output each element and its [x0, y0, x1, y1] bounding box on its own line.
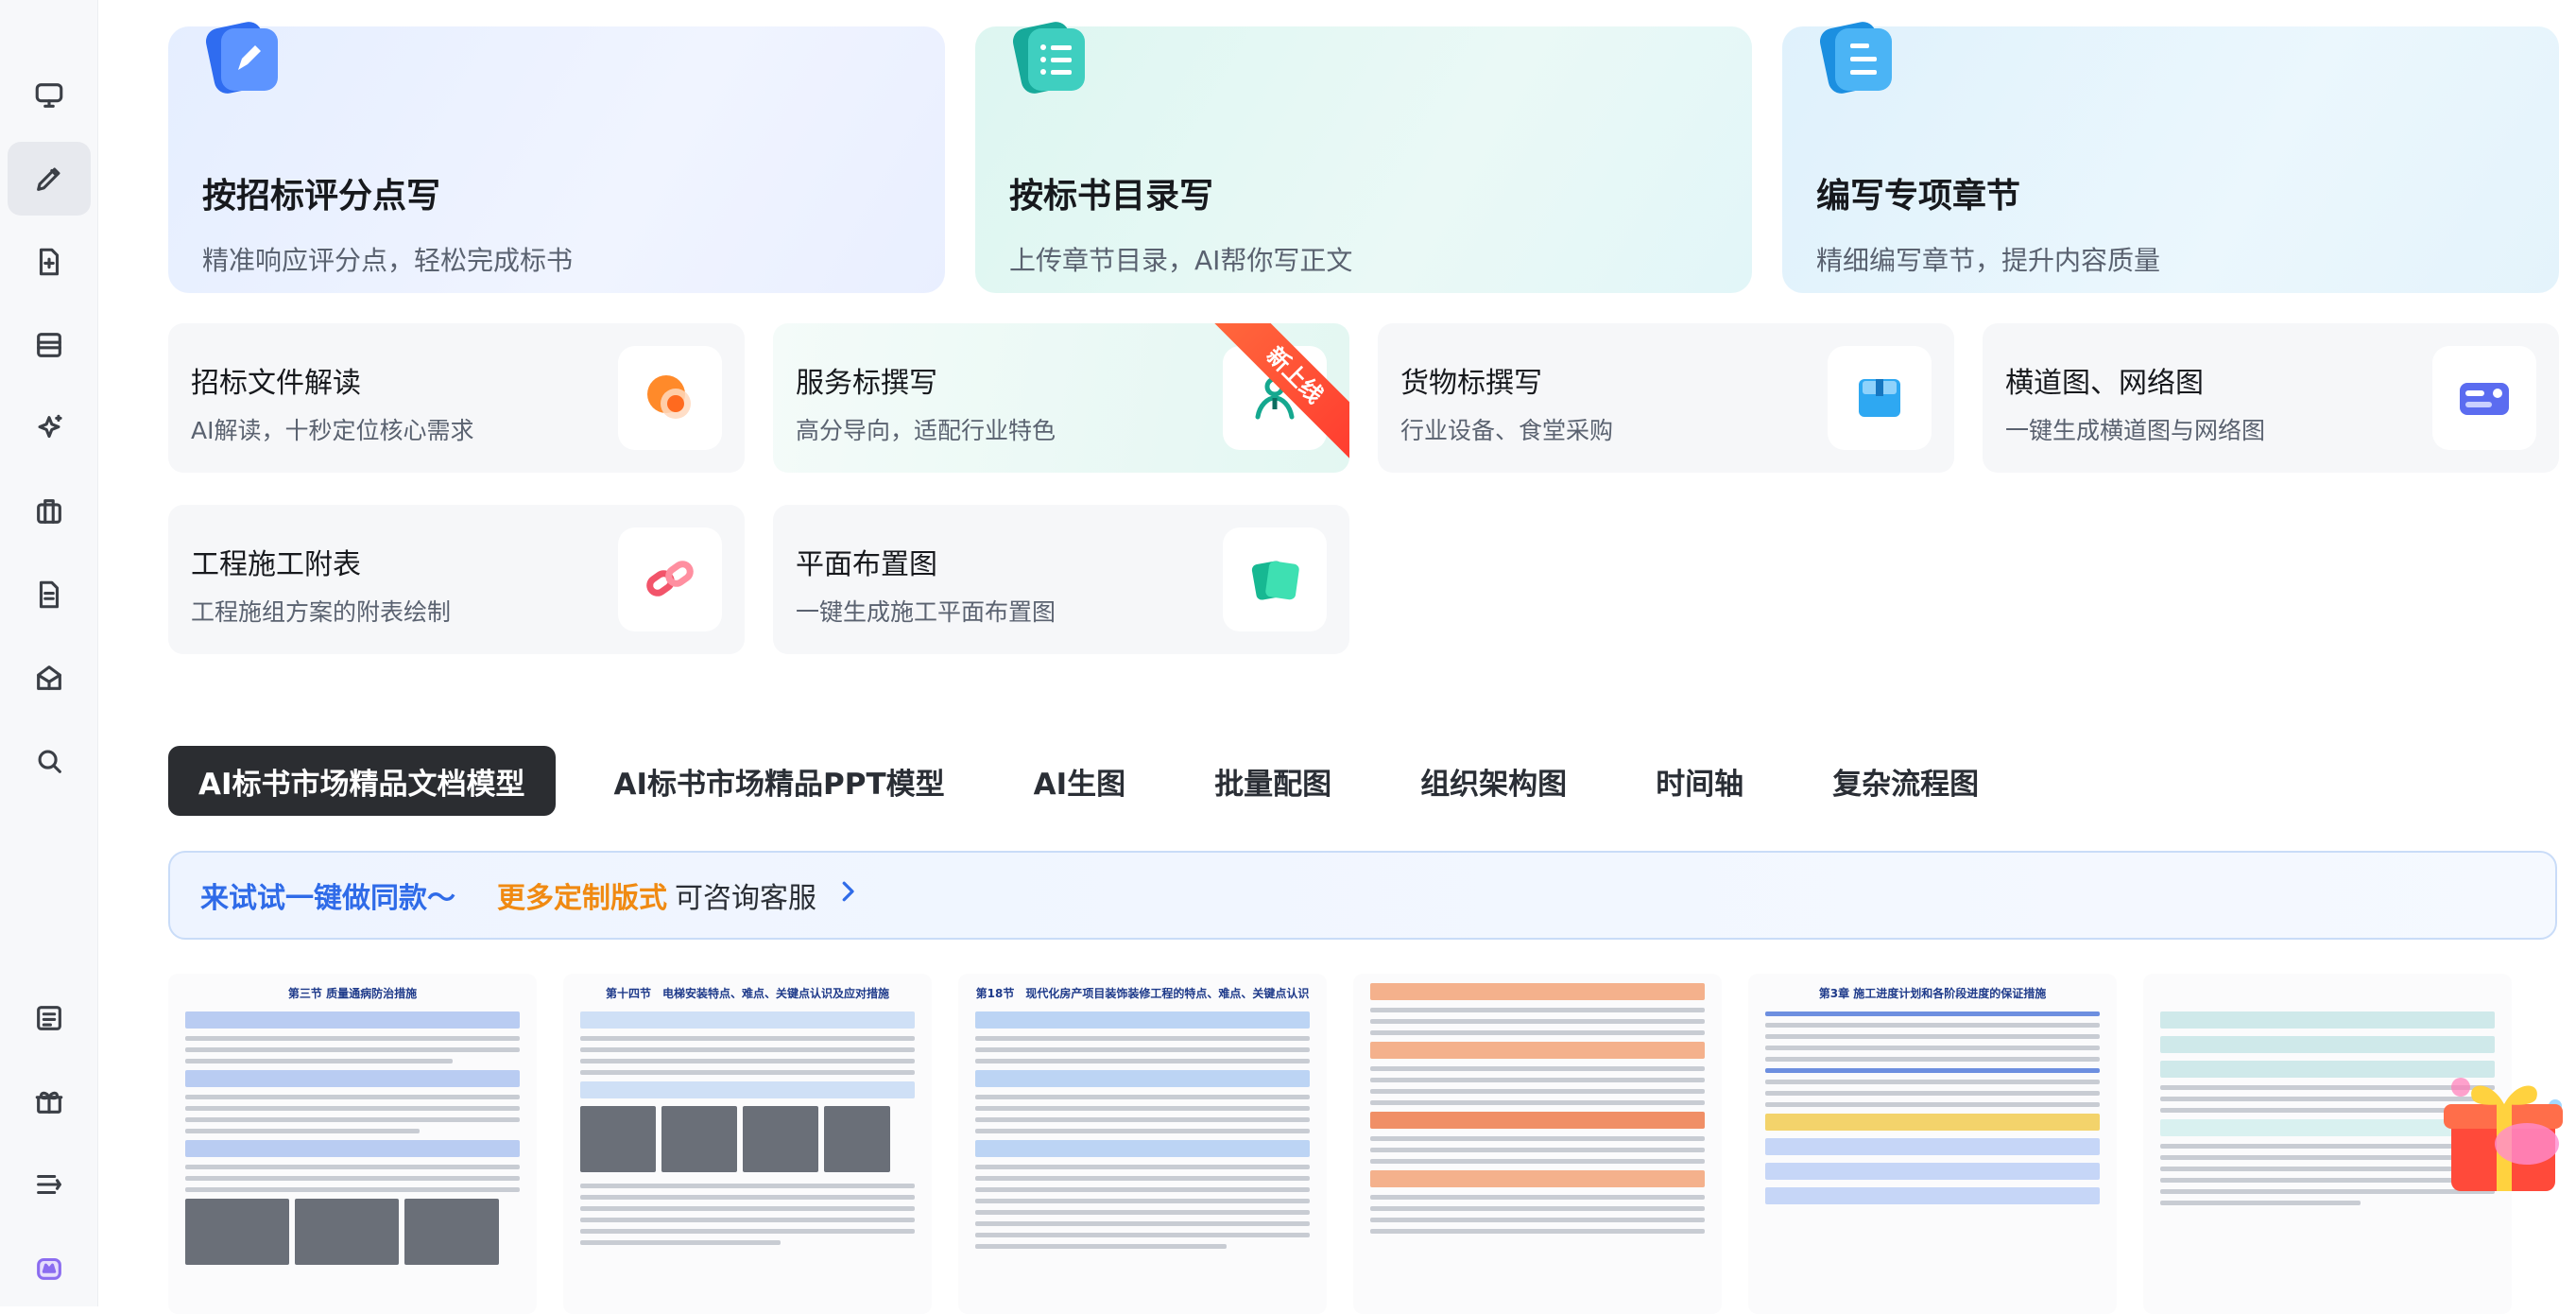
menu-icon[interactable]	[8, 1148, 91, 1221]
doc-preview	[1765, 1011, 2100, 1314]
pen-doc-icon	[204, 15, 285, 96]
feature-title: 服务标撰写	[796, 367, 937, 400]
doc-preview	[1370, 983, 1705, 1314]
box-icon[interactable]	[8, 641, 91, 715]
tab-flowchart[interactable]: 复杂流程图	[1802, 746, 2009, 816]
orange-circles-icon	[618, 346, 722, 450]
doc-title: 第十四节 电梯安装特点、难点、关键点认识及应对措施	[605, 987, 889, 1000]
promo-gift-icon[interactable]	[2423, 1049, 2576, 1210]
main-content: 按招标评分点写 精准响应评分点，轻松完成标书 按标书目录写 上传章节目录，AI帮…	[98, 0, 2576, 1314]
tab-ppt-model[interactable]: AI标书市场精品PPT模型	[584, 746, 975, 816]
list-doc-icon	[1011, 15, 1092, 96]
promo-banner[interactable]: 来试试一键做同款～ 更多定制版式 可咨询客服	[168, 851, 2557, 940]
hero-card-toc[interactable]: 按标书目录写 上传章节目录，AI帮你写正文	[975, 22, 1752, 293]
briefcase-icon[interactable]	[8, 475, 91, 548]
search-icon[interactable]	[8, 724, 91, 798]
sparkle-icon[interactable]	[8, 391, 91, 465]
doc-title: 第三节 质量通病防治措施	[287, 987, 418, 1000]
doc-preview	[975, 1011, 1310, 1314]
new-badge: 新上线	[1208, 323, 1349, 465]
document-icon[interactable]	[8, 558, 91, 631]
hero-card-scoring[interactable]: 按招标评分点写 精准响应评分点，轻松完成标书	[168, 22, 945, 293]
list-icon[interactable]	[8, 981, 91, 1055]
doc-thumbnail[interactable]	[1353, 974, 1722, 1314]
new-badge-label: 新上线	[1208, 323, 1349, 463]
file-add-icon[interactable]	[8, 225, 91, 299]
template-tabs: AI标书市场精品文档模型 AI标书市场精品PPT模型 AI生图 批量配图 组织架…	[168, 743, 2037, 819]
tab-org-chart[interactable]: 组织架构图	[1390, 746, 1597, 816]
feature-subtitle: 一键生成横道图与网络图	[2005, 417, 2266, 444]
doc-thumbnail[interactable]: 第3章 施工进度计划和各阶段进度的保证措施	[1748, 974, 2117, 1314]
feature-card-tender-interpret[interactable]: 招标文件解读 AI解读，十秒定位核心需求	[168, 323, 745, 473]
doc-thumbnail[interactable]: 第三节 质量通病防治措施	[168, 974, 537, 1314]
gift-icon[interactable]	[8, 1064, 91, 1138]
file-doc-icon	[1818, 15, 1899, 96]
feature-title: 工程施工附表	[191, 548, 361, 581]
feature-title: 货物标撰写	[1400, 367, 1542, 400]
doc-title: 第18节 现代化房产项目装饰装修工程的特点、难点、关键点认识	[975, 987, 1310, 1000]
hero-subtitle: 精细编写章节，提升内容质量	[1816, 245, 2161, 276]
tab-timeline[interactable]: 时间轴	[1625, 746, 1774, 816]
layout-icon[interactable]	[8, 308, 91, 382]
tab-ai-image[interactable]: AI生图	[1004, 746, 1157, 816]
doc-preview	[580, 1011, 915, 1314]
doc-title: 第3章 施工进度计划和各阶段进度的保证措施	[1818, 987, 2047, 1000]
tab-doc-model[interactable]: AI标书市场精品文档模型	[168, 746, 556, 816]
feature-card-construction-attachment[interactable]: 工程施工附表 工程施组方案的附表绘制	[168, 505, 745, 654]
feature-subtitle: 一键生成施工平面布置图	[796, 598, 1056, 626]
hero-title: 按标书目录写	[1009, 177, 1214, 216]
feature-subtitle: 行业设备、食堂采购	[1400, 417, 1614, 444]
hero-card-special-chapter[interactable]: 编写专项章节 精细编写章节，提升内容质量	[1782, 22, 2559, 293]
doc-thumbnail[interactable]: 第18节 现代化房产项目装饰装修工程的特点、难点、关键点认识	[958, 974, 1327, 1314]
hero-title: 编写专项章节	[1816, 177, 2021, 216]
feature-card-service-bid[interactable]: 服务标撰写 高分导向，适配行业特色 新上线	[773, 323, 1349, 473]
chevron-right-icon[interactable]	[833, 877, 862, 913]
chain-link-icon	[618, 527, 722, 631]
feature-title: 招标文件解读	[191, 367, 361, 400]
feature-subtitle: AI解读，十秒定位核心需求	[191, 417, 474, 444]
feature-title: 横道图、网络图	[2005, 367, 2204, 400]
feature-subtitle: 工程施组方案的附表绘制	[191, 598, 452, 626]
monitor-icon[interactable]	[8, 59, 91, 132]
feature-card-gantt-network[interactable]: 横道图、网络图 一键生成横道图与网络图	[1983, 323, 2559, 473]
hero-subtitle: 上传章节目录，AI帮你写正文	[1009, 245, 1353, 276]
green-cards-icon	[1223, 527, 1327, 631]
feature-card-site-layout[interactable]: 平面布置图 一键生成施工平面布置图	[773, 505, 1349, 654]
feature-subtitle: 高分导向，适配行业特色	[796, 417, 1056, 444]
feature-card-goods-bid[interactable]: 货物标撰写 行业设备、食堂采购	[1378, 323, 1954, 473]
doc-thumbnail[interactable]: 第十四节 电梯安装特点、难点、关键点认识及应对措施	[563, 974, 932, 1314]
left-sidebar	[0, 0, 98, 1306]
feature-title: 平面布置图	[796, 548, 937, 581]
doc-preview	[185, 1011, 520, 1314]
hero-title: 按招标评分点写	[202, 177, 441, 216]
box-package-icon	[1828, 346, 1932, 450]
banner-try-text[interactable]: 来试试一键做同款～	[200, 874, 455, 916]
gantt-toggle-icon	[2432, 346, 2536, 450]
hero-subtitle: 精准响应评分点，轻松完成标书	[202, 245, 574, 276]
banner-custom-text[interactable]: 更多定制版式	[497, 874, 667, 916]
banner-consult-text[interactable]: 可咨询客服	[675, 874, 816, 916]
crown-avatar-icon[interactable]	[8, 1231, 91, 1305]
tab-batch-image[interactable]: 批量配图	[1184, 746, 1362, 816]
pencil-icon[interactable]	[8, 142, 91, 216]
